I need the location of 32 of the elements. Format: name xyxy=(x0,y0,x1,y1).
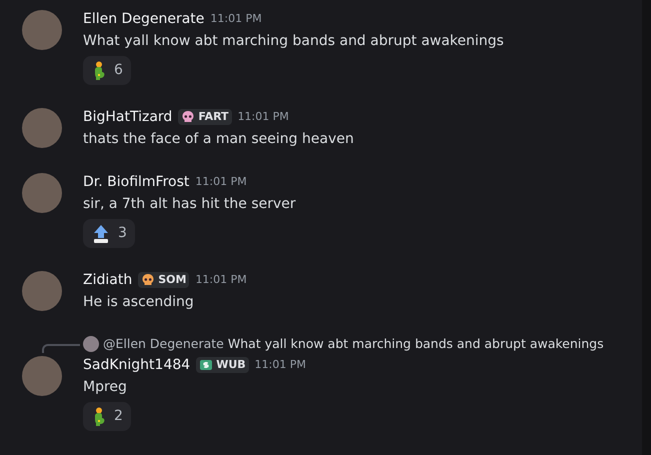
message-text: Mpreg xyxy=(83,378,128,397)
reply-mention[interactable]: @Ellen Degenerate xyxy=(103,334,224,354)
timestamp: 11:01 PM xyxy=(210,10,262,27)
up-arrow-emoji-icon xyxy=(91,224,111,244)
reaction-button[interactable]: 3 xyxy=(83,219,135,248)
username[interactable]: SadKnight1484 xyxy=(83,354,190,376)
timestamp: 11:01 PM xyxy=(195,272,247,288)
timestamp: 11:01 PM xyxy=(195,174,247,190)
reply-preview[interactable]: What yall know abt marching bands and abrupt awakenings xyxy=(228,334,604,354)
user-avatar[interactable] xyxy=(22,108,62,148)
tag-label: WUB xyxy=(216,356,246,373)
timestamp: 11:01 PM xyxy=(254,356,306,373)
message-text: He is ascending xyxy=(83,293,195,312)
message-text: thats the face of a man seeing heaven xyxy=(83,130,354,149)
user-avatar[interactable] xyxy=(22,10,62,50)
message-text: sir, a 7th alt has hit the server xyxy=(83,195,296,214)
reaction-button[interactable]: 6 xyxy=(83,56,131,85)
username[interactable]: Ellen Degenerate xyxy=(83,8,204,30)
reply-connector xyxy=(42,344,80,353)
banknote-icon xyxy=(199,358,214,372)
user-avatar[interactable] xyxy=(22,356,62,396)
reply-avatar xyxy=(83,336,99,352)
user-avatar[interactable] xyxy=(22,173,62,213)
timestamp: 11:01 PM xyxy=(238,108,289,125)
username[interactable]: Zidiath xyxy=(83,270,132,290)
user-avatar[interactable] xyxy=(22,271,62,311)
message-text: What yall know abt marching bands and abrupt awakenings xyxy=(83,32,504,51)
tag-label: SOM xyxy=(158,272,186,288)
username[interactable]: BigHatTizard xyxy=(83,106,172,128)
tag-label: FART xyxy=(198,108,229,125)
username[interactable]: Dr. BiofilmFrost xyxy=(83,172,190,192)
reaction-button[interactable]: 2 xyxy=(83,402,131,431)
